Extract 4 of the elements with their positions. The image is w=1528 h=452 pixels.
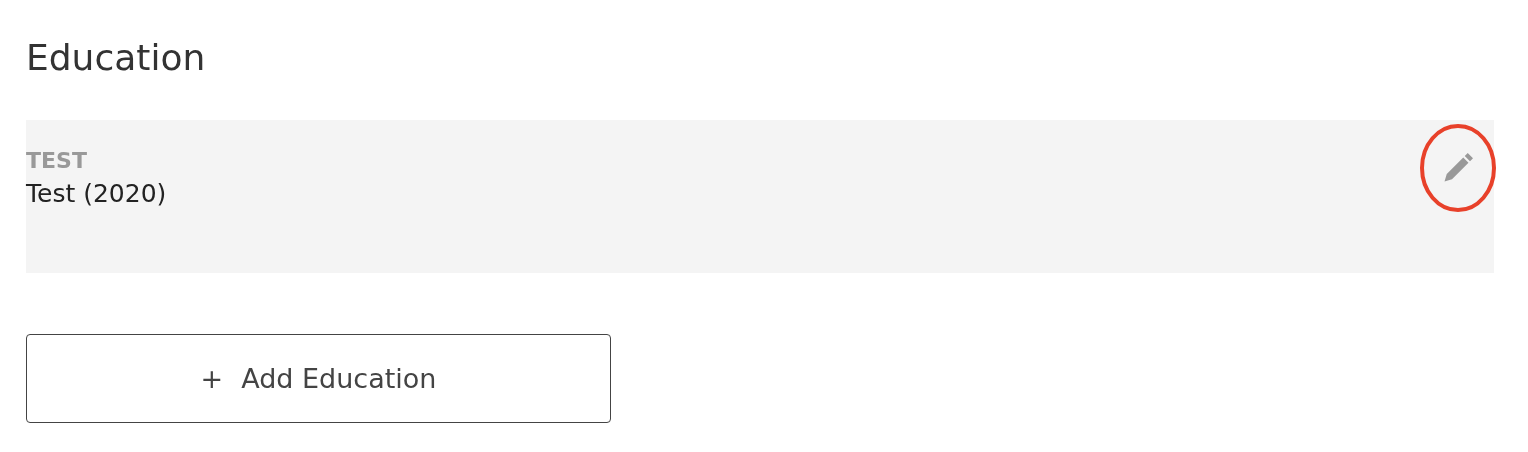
education-detail: Test (2020) [26,178,167,210]
institution-name: TEST [26,147,88,175]
add-education-button[interactable]: + Add Education [26,334,611,423]
section-title: Education [26,36,207,80]
